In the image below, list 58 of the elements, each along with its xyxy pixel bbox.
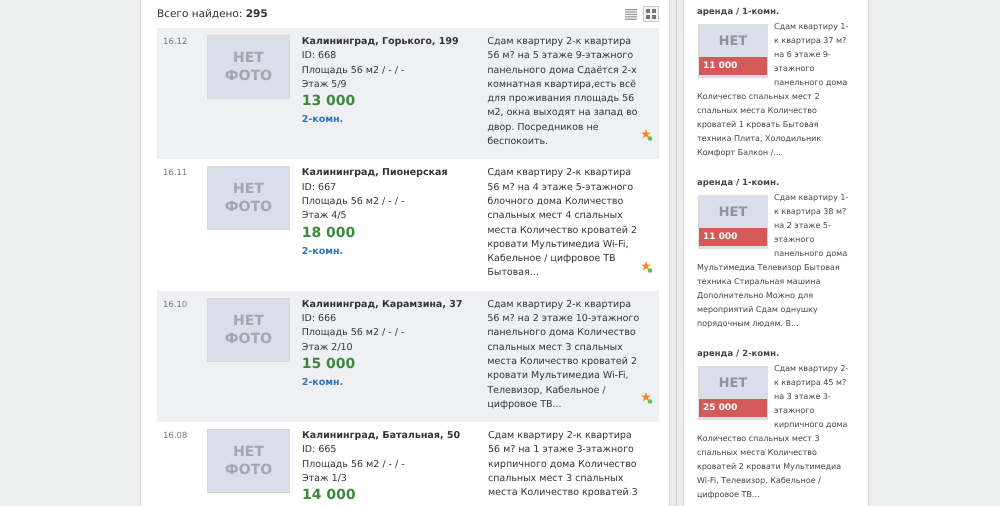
listing-date: 16.08 — [163, 430, 188, 444]
sidebar-description: Количество спальных мест 2 спальных места Количество кроватей 1 кровать Бытовая техника Плита, Холодильник Комфорт Балкон /... — [697, 91, 822, 159]
price-tag: 11 000 — [699, 228, 767, 246]
rooms-link[interactable]: 2-комн. — [302, 372, 344, 393]
no-photo-label: НЕТ ФОТО — [224, 443, 274, 480]
no-photo-label: НЕТ — [718, 204, 748, 221]
listing-area: Площадь 56 м2 / - / - — [302, 194, 488, 210]
listing-floor: Этаж 2/10 — [302, 340, 354, 355]
sidebar-description: Сдам квартиру 2-к квартира 45 м? на 3 этаже 3-этажного кирпичного дома — [774, 363, 850, 431]
listing-description: Сдам квартиру 2-к квартира 56 м? на 4 этаже 5-этажного блочного дома Количество спальных мест 4 спальных места Количество кроватей 2 кровати Мультимедиа Wi-Fi, Кабельное / цифровое ТВ Бытовая... — [487, 166, 638, 280]
grid-view-button[interactable] — [643, 6, 659, 22]
price-tag: 25 000 — [699, 399, 767, 417]
price-tag: 11 000 — [699, 57, 767, 75]
listing-id: ID: 668 — [302, 49, 338, 64]
rooms-link[interactable]: 2-комн. — [302, 110, 344, 130]
listing-price: 18 000 — [302, 224, 356, 242]
listing-date: 16.12 — [163, 36, 188, 49]
category-link[interactable]: аренда / 1-комн. — [697, 175, 854, 191]
listing-floor: Этаж 5/9 — [302, 78, 348, 92]
listing-title: Калининград, Пионерская — [302, 166, 449, 180]
results-count: Всего найдено: 295 — [157, 8, 268, 20]
listing-description: Сдам квартиру 2-к квартира 56 м? на 5 этаже 9-этажного панельного дома Сдаётся 2-х комнатная квартира,есть всё для проживания площадь 56 м2, окна выходят на запад во двор. Посредников не беспокоить. — [487, 35, 638, 150]
listing-floor: Этаж 1/3 — [302, 472, 348, 486]
star-icon — [640, 260, 653, 273]
listing-title: Калининград, Батальная, 50 — [302, 429, 462, 444]
listing-id: ID: 667 — [302, 180, 338, 195]
listing-price: 15 000 — [302, 354, 356, 373]
star-icon — [640, 129, 653, 142]
listing-date: 16.10 — [163, 298, 188, 312]
listing-area: Площадь 56 м2 / - / - — [302, 64, 488, 78]
list-view-button[interactable] — [623, 6, 639, 22]
sidebar-description: Мультимедиа Телевизор Бытовая техника Стиральная машина Дополнительно Можно для мероприятий Сдам однушку порядочным людям. В... — [697, 262, 841, 330]
star-icon — [640, 392, 653, 404]
no-photo-label: НЕТ — [718, 375, 748, 392]
listing-floor: Этаж 4/5 — [302, 209, 348, 224]
list-icon — [624, 7, 638, 21]
listing-area: Площадь 56 м2 / - / - — [302, 458, 488, 472]
listing-date: 16.11 — [163, 167, 188, 180]
sidebar-description: Количество спальных мест 3 спальных места Количество кроватей 2 кровати Мультимедиа Wi-Fi, Телевизор, Кабельное / цифровое ТВ... — [697, 433, 842, 501]
no-photo-label: НЕТ ФОТО — [224, 312, 274, 348]
category-link[interactable]: аренда / 1-комн. — [697, 4, 854, 20]
sidebar-description: Сдам квартиру 1-к квартира 37 м? на 6 этаже 9-этажного панельного дома — [774, 21, 850, 89]
rooms-link[interactable]: 2-комн. — [302, 242, 344, 262]
listing-area: Площадь 56 м2 / - / - — [302, 326, 488, 341]
no-photo-label: НЕТ ФОТО — [224, 49, 274, 85]
no-photo-label: НЕТ ФОТО — [224, 180, 274, 216]
listing-title: Калининград, Карамзина, 37 — [302, 298, 464, 312]
listing-description: Сдам квартиру 2-к квартира 56 м? на 1 этаже 3-этажного кирпичного дома Количество спальных мест 3 спальных места Количество кроватей 3 — [488, 429, 639, 500]
listing-id: ID: 665 — [302, 443, 338, 458]
no-photo-label: НЕТ — [718, 33, 748, 50]
listing-id: ID: 666 — [302, 312, 338, 326]
grid-icon — [644, 7, 658, 21]
listing-price: 14 000 — [302, 486, 357, 504]
listing-description: Сдам квартиру 2-к квартира 56 м? на 2 этаже 10-этажного панельного дома Количество спальных мест 3 спальных места Количество кроватей 2 кровати Мультимедиа Wi-Fi, Телевизор, Кабельное / цифровое ТВ... — [487, 298, 640, 412]
listing-title: Калининград, Горького, 199 — [302, 35, 460, 49]
listing-price: 13 000 — [302, 92, 356, 110]
category-link[interactable]: аренда / 2-комн. — [697, 346, 854, 362]
sidebar-description: Сдам квартиру 1-к квартира 38 м? на 2 этаже 5-этажного панельного дома — [774, 192, 850, 260]
